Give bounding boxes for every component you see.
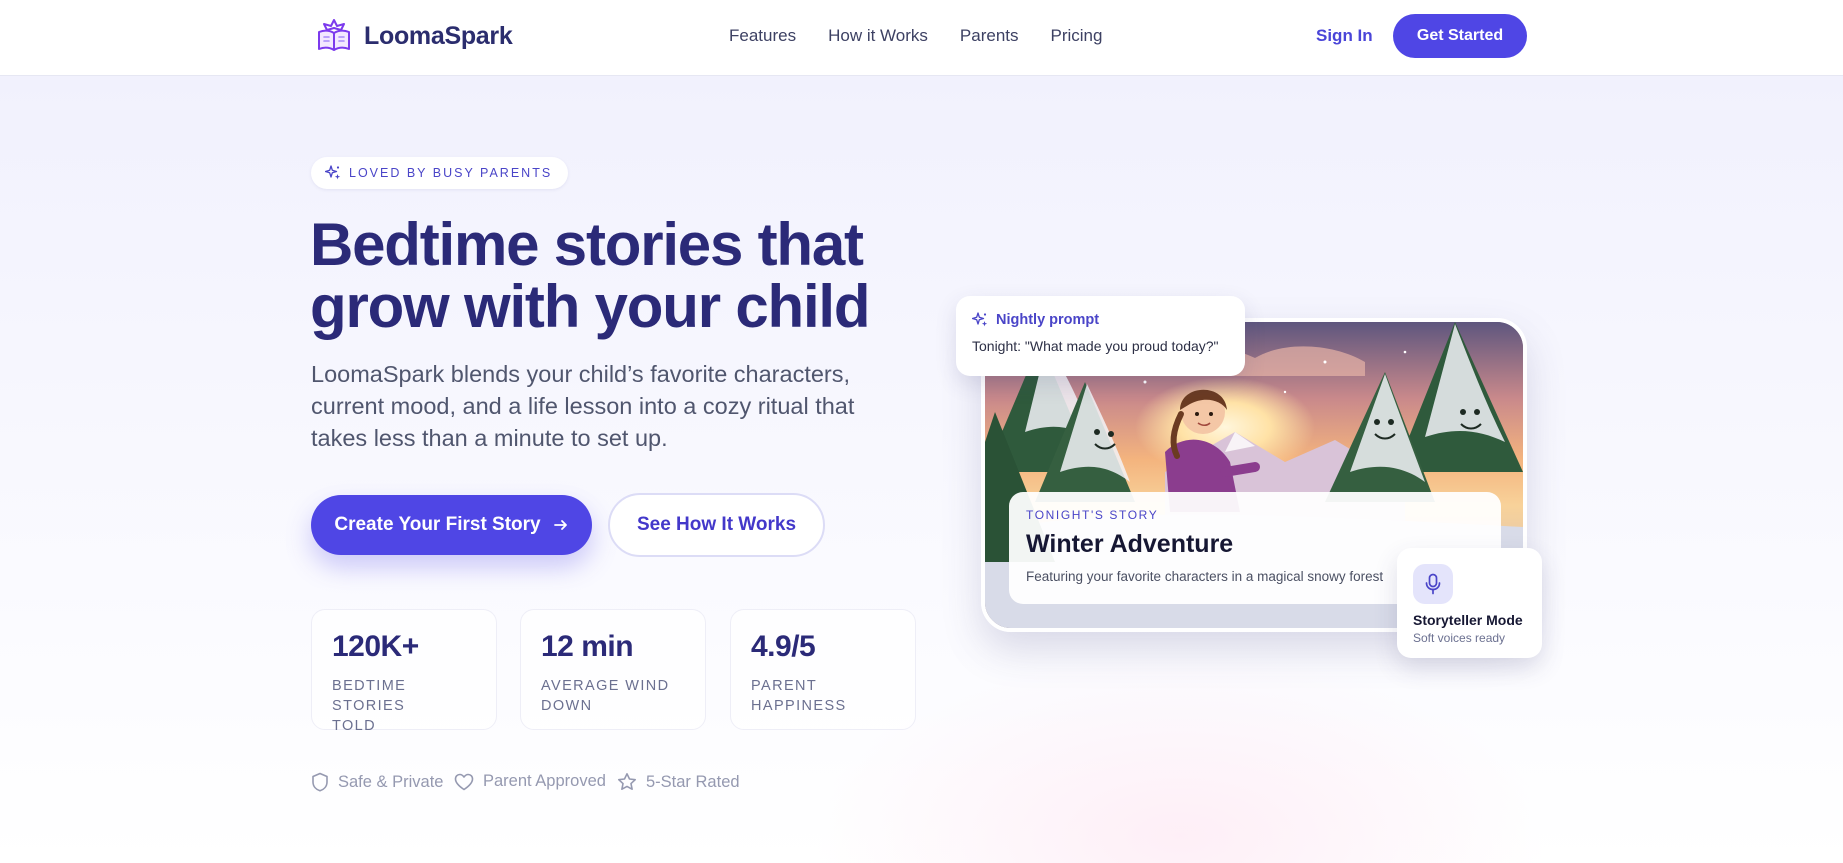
sparkles-icon [972,312,988,327]
sparkles-icon [325,165,341,180]
see-how-it-works-button[interactable]: See How It Works [608,493,825,557]
stat-value: 120K+ [332,630,419,663]
stat-card-wind-down: 12 min AVERAGE WIND DOWN [520,609,706,730]
nightly-prompt-card: Nightly prompt Tonight: "What made you p… [956,296,1245,376]
storyteller-mode-subtitle: Soft voices ready [1413,631,1506,645]
trust-label: Safe & Private [338,772,444,791]
get-started-button[interactable]: Get Started [1393,14,1527,58]
nav-link-how-it-works[interactable]: How it Works [828,26,928,46]
trust-item-rated: 5-Star Rated [617,772,740,792]
nav-links: Features How it Works Parents Pricing [729,26,1102,46]
nav-link-pricing[interactable]: Pricing [1051,26,1103,46]
stat-card-stories: 120K+ BEDTIME STORIES TOLD [311,609,497,734]
stat-label-line-1: AVERAGE WIND [541,678,670,694]
heart-icon [454,773,474,790]
trust-label: Parent Approved [483,772,606,790]
stat-value: 12 min [541,630,634,663]
stat-label-line-1: PARENT [751,678,818,694]
trust-item-parent-approved: Parent Approved [454,772,606,791]
stat-label-line-1: BEDTIME STORIES [332,678,407,714]
hero-badge-label: LOVED BY BUSY PARENTS [349,166,553,180]
trust-item-safe: Safe & Private [311,772,443,792]
microphone-icon [1425,573,1441,595]
shield-icon [312,772,328,792]
stat-value: 4.9/5 [751,630,816,663]
hero-headline-line-2: grow with your child [310,273,871,340]
hero-background [0,76,1843,863]
hero-subtitle-line-3: takes less than a minute to set up. [311,425,668,451]
microphone-badge [1413,564,1453,604]
stat-label: AVERAGE WIND DOWN [541,676,685,716]
star-icon [618,773,636,790]
storyteller-mode-card[interactable]: Storyteller Mode Soft voices ready [1397,548,1542,658]
hero-badge: LOVED BY BUSY PARENTS [311,157,569,189]
hero-subtitle: LoomaSpark blends your child’s favorite … [311,358,901,454]
hero-headline-line-1: Bedtime stories that [310,211,864,278]
stat-label-line-2: HAPPINESS [751,698,847,714]
stat-label-line-2: DOWN [541,698,593,714]
stat-label-line-2: TOLD [332,718,377,734]
stat-card-happiness: 4.9/5 PARENT HAPPINESS [730,609,916,730]
hero-subtitle-line-1: LoomaSpark blends your child’s favorite … [311,361,851,387]
nav-link-features[interactable]: Features [729,26,796,46]
stat-label: PARENT HAPPINESS [751,676,895,716]
create-first-story-button[interactable]: Create Your First Story [311,495,592,555]
story-tag: TONIGHT'S STORY [1026,508,1159,522]
nightly-prompt-heading: Nightly prompt [996,312,1100,328]
nightly-prompt-text: Tonight: "What made you proud today?" [972,338,1219,354]
hero-subtitle-line-2: current mood, and a life lesson into a c… [311,393,855,419]
sign-in-link[interactable]: Sign In [1316,26,1373,46]
top-navigation: LoomaSpark Features How it Works Parents… [0,0,1843,76]
brand-logo[interactable]: LoomaSpark [314,16,513,56]
storyteller-mode-title: Storyteller Mode [1413,612,1523,628]
storybook-crown-icon [318,19,350,51]
nav-link-parents[interactable]: Parents [960,26,1019,46]
stat-label: BEDTIME STORIES TOLD [332,676,476,736]
arrow-right-icon [553,520,567,530]
hero-headline: Bedtime stories that grow with your chil… [310,214,950,338]
nightly-prompt-header: Nightly prompt [972,312,1229,328]
brand-name: LoomaSpark [364,21,513,50]
create-first-story-label: Create Your First Story [334,514,541,535]
trust-label: 5-Star Rated [646,772,740,791]
